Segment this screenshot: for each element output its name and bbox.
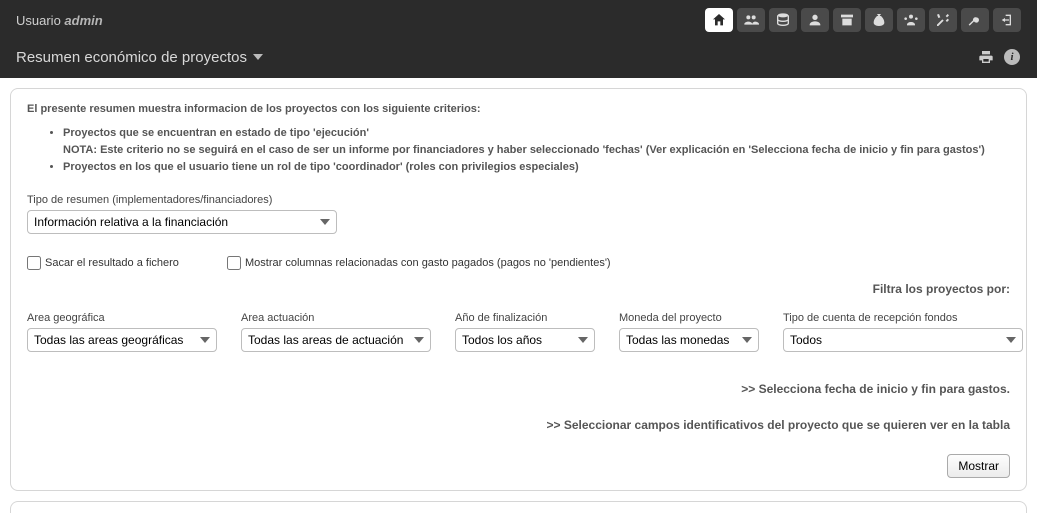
check-sacar-fichero-input[interactable] — [27, 256, 41, 270]
app-header: Usuario admin — [0, 0, 1037, 78]
username: admin — [64, 13, 102, 28]
intro-bullet-1: Proyectos que se encuentran en estado de… — [63, 125, 1010, 159]
anio-fin-select[interactable]: Todos los años — [455, 328, 595, 352]
page-title-dropdown[interactable]: Resumen económico de proyectos — [16, 49, 263, 66]
info-icon[interactable]: i — [1003, 48, 1021, 66]
link-campos[interactable]: >> Seleccionar campos identificativos de… — [27, 418, 1010, 432]
area-geo-select[interactable]: Todas las areas geográficas — [27, 328, 217, 352]
money-bag-icon[interactable] — [865, 8, 893, 32]
filter-title: Filtra los proyectos por: — [27, 282, 1010, 296]
user-prefix: Usuario — [16, 13, 61, 28]
archive-icon[interactable] — [833, 8, 861, 32]
cuenta-label: Tipo de cuenta de recepción fondos — [783, 312, 1023, 324]
tipo-resumen-label: Tipo de resumen (implementadores/financi… — [27, 194, 1010, 206]
tools-icon[interactable] — [929, 8, 957, 32]
next-panel-stub — [10, 501, 1027, 513]
cuenta-select[interactable]: Todos — [783, 328, 1023, 352]
moneda-label: Moneda del proyecto — [619, 312, 759, 324]
toolbar-icons — [705, 8, 1021, 32]
intro-bullet-2: Proyectos en los que el usuario tiene un… — [63, 159, 1010, 176]
print-icon[interactable] — [977, 48, 995, 66]
group-icon[interactable] — [897, 8, 925, 32]
main-panel: El presente resumen muestra informacion … — [10, 88, 1027, 491]
database-icon[interactable] — [769, 8, 797, 32]
link-fechas[interactable]: >> Selecciona fecha de inicio y fin para… — [27, 382, 1010, 396]
user-label: Usuario admin — [16, 13, 103, 28]
user-icon[interactable] — [801, 8, 829, 32]
key-icon[interactable] — [961, 8, 989, 32]
check-mostrar-columnas[interactable]: Mostrar columnas relacionadas con gasto … — [227, 256, 611, 270]
tipo-resumen-select[interactable]: Información relativa a la financiación — [27, 210, 337, 234]
mostrar-button[interactable]: Mostrar — [947, 454, 1010, 478]
exit-icon[interactable] — [993, 8, 1021, 32]
check-mostrar-columnas-input[interactable] — [227, 256, 241, 270]
people-icon[interactable] — [737, 8, 765, 32]
area-geo-label: Area geográfica — [27, 312, 217, 324]
anio-fin-label: Año de finalización — [455, 312, 595, 324]
check-sacar-fichero[interactable]: Sacar el resultado a fichero — [27, 256, 227, 270]
moneda-select[interactable]: Todas las monedas — [619, 328, 759, 352]
home-icon[interactable] — [705, 8, 733, 32]
intro-lead: El presente resumen muestra informacion … — [27, 103, 1010, 115]
page-title-text: Resumen económico de proyectos — [16, 49, 247, 66]
area-act-label: Area actuación — [241, 312, 431, 324]
area-act-select[interactable]: Todas las areas de actuación — [241, 328, 431, 352]
chevron-down-icon — [253, 54, 263, 60]
